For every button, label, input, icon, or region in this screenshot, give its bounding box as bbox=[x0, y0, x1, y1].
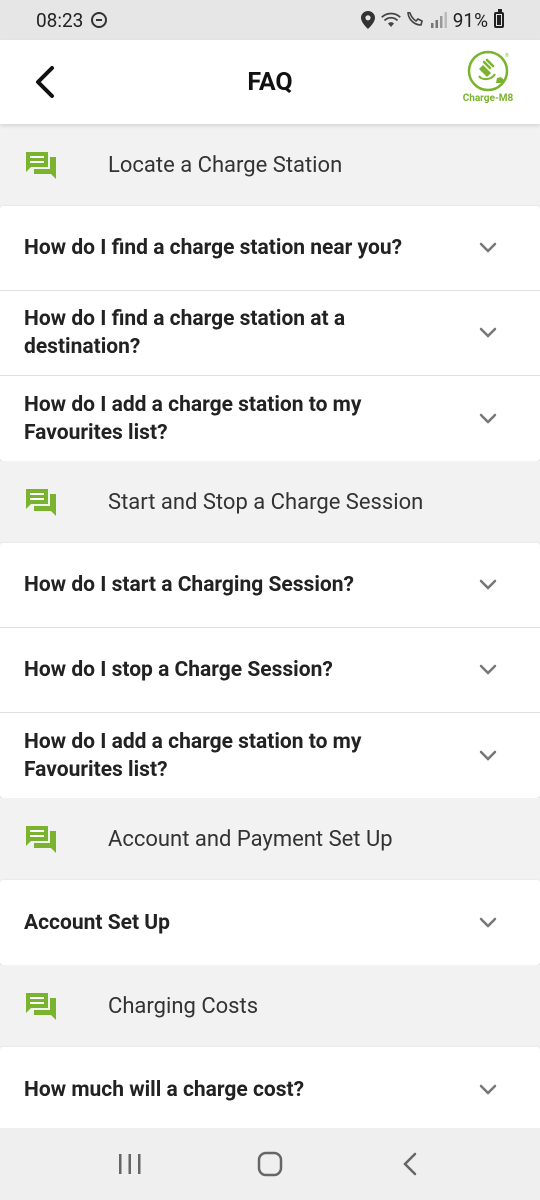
home-icon bbox=[257, 1151, 283, 1177]
svg-text:®: ® bbox=[505, 52, 509, 59]
faq-question: How do I stop a Charge Session? bbox=[24, 658, 333, 682]
faq-question: How do I add a charge station to my Favo… bbox=[24, 729, 362, 782]
nav-back-button[interactable] bbox=[370, 1134, 450, 1194]
chevron-down-icon bbox=[476, 573, 500, 597]
faq-item[interactable]: How do I start a Charging Session? bbox=[0, 543, 540, 628]
status-left: 08:23 bbox=[36, 8, 108, 32]
chat-bubbles-icon bbox=[24, 150, 60, 180]
section-header-costs: Charging Costs bbox=[0, 965, 540, 1047]
status-right: 91% bbox=[360, 8, 504, 32]
faq-card-costs: How much will a charge cost? bbox=[0, 1047, 540, 1128]
chevron-down-icon bbox=[476, 658, 500, 682]
charge-m8-logo: ® Charge-M8 bbox=[458, 50, 518, 114]
faq-item[interactable]: How do I find a charge station near you? bbox=[0, 206, 540, 291]
system-nav-bar bbox=[0, 1128, 540, 1200]
faq-item[interactable]: How much will a charge cost? bbox=[0, 1047, 540, 1128]
section-label: Account and Payment Set Up bbox=[108, 826, 393, 852]
battery-icon bbox=[494, 9, 504, 28]
faq-item[interactable]: Account Set Up bbox=[0, 880, 540, 965]
faq-item[interactable]: How do I find a charge station at a dest… bbox=[0, 291, 540, 376]
home-button[interactable] bbox=[230, 1134, 310, 1194]
section-header-locate: Locate a Charge Station bbox=[0, 124, 540, 206]
recent-apps-icon bbox=[119, 1154, 141, 1174]
faq-card-start-stop: How do I start a Charging Session? How d… bbox=[0, 543, 540, 798]
faq-question: Account Set Up bbox=[24, 910, 170, 935]
do-not-disturb-icon bbox=[91, 12, 108, 28]
status-bar: 08:23 91% bbox=[0, 0, 540, 40]
recent-apps-button[interactable] bbox=[90, 1134, 170, 1194]
chevron-down-icon bbox=[476, 744, 500, 768]
section-header-start-stop: Start and Stop a Charge Session bbox=[0, 461, 540, 543]
chevron-down-icon bbox=[476, 236, 500, 260]
faq-item[interactable]: How do I stop a Charge Session? bbox=[0, 628, 540, 713]
faq-item[interactable]: How do I add a charge station to my Favo… bbox=[0, 376, 540, 461]
faq-list[interactable]: Locate a Charge Station How do I find a … bbox=[0, 124, 540, 1128]
battery-percent: 91% bbox=[452, 8, 488, 32]
faq-question: How do I find a charge station near you? bbox=[24, 236, 403, 260]
faq-question: How much will a charge cost? bbox=[24, 1077, 305, 1102]
chevron-down-icon bbox=[476, 407, 500, 431]
wifi-icon bbox=[380, 12, 401, 28]
chevron-down-icon bbox=[476, 911, 500, 935]
section-label: Locate a Charge Station bbox=[108, 152, 343, 178]
faq-card-locate: How do I find a charge station near you?… bbox=[0, 206, 540, 461]
app-header: FAQ ® Charge-M8 bbox=[0, 40, 540, 124]
chat-bubbles-icon bbox=[24, 991, 60, 1021]
back-button[interactable] bbox=[14, 52, 74, 112]
section-label: Start and Stop a Charge Session bbox=[108, 489, 424, 515]
section-header-account: Account and Payment Set Up bbox=[0, 798, 540, 880]
wifi-calling-icon bbox=[406, 12, 425, 28]
back-icon bbox=[403, 1152, 417, 1176]
faq-question: How do I start a Charging Session? bbox=[24, 573, 354, 597]
faq-question: How do I find a charge station at a dest… bbox=[24, 307, 346, 359]
location-icon bbox=[360, 11, 375, 29]
section-label: Charging Costs bbox=[108, 993, 259, 1019]
signal-icon bbox=[430, 12, 447, 28]
faq-card-account: Account Set Up bbox=[0, 880, 540, 965]
chat-bubbles-icon bbox=[24, 487, 60, 517]
faq-item[interactable]: How do I add a charge station to my Favo… bbox=[0, 713, 540, 798]
chevron-left-icon bbox=[36, 66, 54, 98]
chat-bubbles-icon bbox=[24, 824, 60, 854]
faq-question: How do I add a charge station to my Favo… bbox=[24, 392, 362, 445]
status-time: 08:23 bbox=[36, 8, 84, 32]
chevron-down-icon bbox=[476, 321, 500, 345]
chevron-down-icon bbox=[476, 1078, 500, 1102]
charge-plug-logo-icon: ® bbox=[467, 50, 509, 92]
logo-text: Charge-M8 bbox=[462, 93, 514, 104]
